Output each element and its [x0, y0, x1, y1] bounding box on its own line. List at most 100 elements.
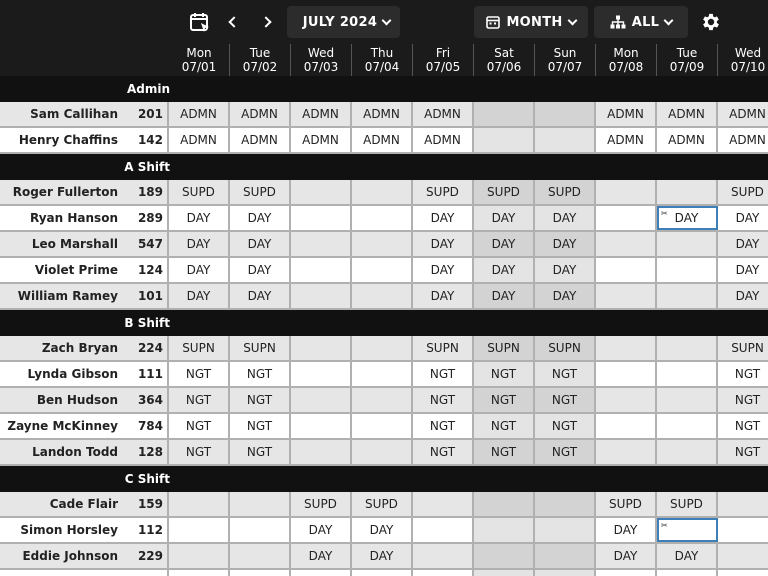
shift-cell[interactable] [535, 102, 596, 126]
shift-cell[interactable] [718, 518, 768, 542]
shift-cell[interactable] [169, 544, 230, 568]
shift-cell[interactable]: DAY [718, 206, 768, 230]
shift-cell[interactable]: SUPD [657, 492, 718, 516]
shift-cell[interactable]: DAY [413, 284, 474, 308]
shift-cell[interactable]: DAY [169, 232, 230, 256]
shift-cell[interactable] [352, 362, 413, 386]
shift-cell[interactable]: DAY [169, 206, 230, 230]
shift-cell[interactable] [718, 492, 768, 516]
shift-cell[interactable]: NGT [535, 362, 596, 386]
shift-cell[interactable]: NGT [413, 362, 474, 386]
person-name[interactable]: Zach Bryan [0, 336, 122, 360]
shift-cell[interactable] [474, 128, 535, 152]
day-header[interactable]: Mon 07/08 [596, 44, 657, 76]
filter-button[interactable]: ALL [594, 6, 688, 38]
shift-cell[interactable] [596, 440, 657, 464]
shift-cell[interactable]: SUPD [718, 180, 768, 204]
shift-cell[interactable] [291, 180, 352, 204]
shift-cell[interactable]: DAY [535, 284, 596, 308]
shift-cell[interactable] [657, 414, 718, 438]
shift-cell[interactable] [230, 492, 291, 516]
shift-cell[interactable]: DAY [230, 284, 291, 308]
shift-cell[interactable]: DAY [657, 544, 718, 568]
shift-cell[interactable]: DAY [352, 544, 413, 568]
shift-cell[interactable]: SUPN [535, 336, 596, 360]
calendar-today-icon[interactable] [188, 10, 212, 34]
shift-cell[interactable]: ADMN [230, 102, 291, 126]
shift-cell[interactable] [291, 336, 352, 360]
shift-cell[interactable]: NGT [230, 362, 291, 386]
previous-month-button[interactable] [224, 12, 244, 32]
shift-cell[interactable] [596, 388, 657, 412]
shift-cell[interactable] [413, 544, 474, 568]
shift-cell[interactable]: DAY [291, 570, 352, 576]
person-name[interactable]: Eddie Johnson [0, 544, 122, 568]
shift-cell[interactable]: NGT [474, 414, 535, 438]
shift-cell[interactable]: NGT [413, 440, 474, 464]
shift-cell[interactable]: NGT [169, 388, 230, 412]
shift-cell[interactable]: SUPD [596, 492, 657, 516]
shift-cell[interactable]: NGT [169, 362, 230, 386]
shift-cell[interactable]: SUPD [535, 180, 596, 204]
shift-cell[interactable] [352, 206, 413, 230]
shift-cell[interactable]: NGT [169, 440, 230, 464]
shift-cell[interactable]: NGT [169, 414, 230, 438]
shift-cell[interactable] [474, 518, 535, 542]
shift-cell[interactable]: SUPN [230, 336, 291, 360]
shift-cell[interactable]: DAY [535, 232, 596, 256]
shift-cell[interactable]: SUPD [169, 180, 230, 204]
shift-cell[interactable]: SUPD [474, 180, 535, 204]
shift-cell[interactable] [352, 440, 413, 464]
person-name[interactable]: Camden Payne [0, 570, 122, 576]
shift-cell[interactable]: NGT [718, 388, 768, 412]
shift-cell[interactable]: DAY [596, 518, 657, 542]
shift-cell[interactable]: DAY [352, 518, 413, 542]
shift-cell[interactable] [169, 492, 230, 516]
shift-cell[interactable] [413, 570, 474, 576]
shift-cell[interactable]: DAY [596, 570, 657, 576]
shift-cell[interactable] [291, 440, 352, 464]
shift-cell[interactable] [596, 232, 657, 256]
shift-cell[interactable] [413, 518, 474, 542]
shift-cell[interactable]: DAY [291, 518, 352, 542]
shift-cell[interactable]: NGT [718, 414, 768, 438]
shift-cell[interactable]: DAY [169, 284, 230, 308]
shift-cell[interactable] [657, 258, 718, 282]
person-name[interactable]: Sam Callihan [0, 102, 122, 126]
shift-cell[interactable]: NGT [474, 362, 535, 386]
shift-cell[interactable] [718, 570, 768, 576]
person-name[interactable]: Ben Hudson [0, 388, 122, 412]
shift-cell[interactable] [291, 232, 352, 256]
shift-cell[interactable] [291, 388, 352, 412]
shift-cell[interactable]: DAY [474, 284, 535, 308]
shift-cell[interactable] [535, 544, 596, 568]
shift-cell[interactable] [596, 206, 657, 230]
shift-cell[interactable] [352, 284, 413, 308]
shift-cell[interactable] [291, 284, 352, 308]
person-name[interactable]: Simon Horsley [0, 518, 122, 542]
shift-cell[interactable] [230, 570, 291, 576]
shift-cell[interactable]: NGT [535, 414, 596, 438]
shift-cell[interactable]: SUPN [718, 336, 768, 360]
shift-cell[interactable] [291, 258, 352, 282]
shift-cell[interactable]: ✂ [657, 518, 718, 542]
shift-cell[interactable] [291, 206, 352, 230]
shift-cell[interactable] [230, 518, 291, 542]
shift-cell[interactable] [718, 544, 768, 568]
person-name[interactable]: Zayne McKinney [0, 414, 122, 438]
shift-cell[interactable]: ADMN [169, 102, 230, 126]
shift-cell[interactable] [474, 544, 535, 568]
shift-cell[interactable] [657, 388, 718, 412]
day-header[interactable]: Sun 07/07 [535, 44, 596, 76]
shift-cell[interactable]: DAY [474, 232, 535, 256]
shift-cell[interactable] [352, 232, 413, 256]
shift-cell[interactable] [657, 440, 718, 464]
shift-cell[interactable] [657, 336, 718, 360]
person-name[interactable]: Landon Todd [0, 440, 122, 464]
shift-cell[interactable] [535, 128, 596, 152]
shift-cell[interactable]: ADMN [352, 102, 413, 126]
shift-cell[interactable]: NGT [535, 388, 596, 412]
shift-cell[interactable]: DAY [535, 258, 596, 282]
shift-cell[interactable] [474, 492, 535, 516]
shift-cell[interactable]: NGT [718, 440, 768, 464]
